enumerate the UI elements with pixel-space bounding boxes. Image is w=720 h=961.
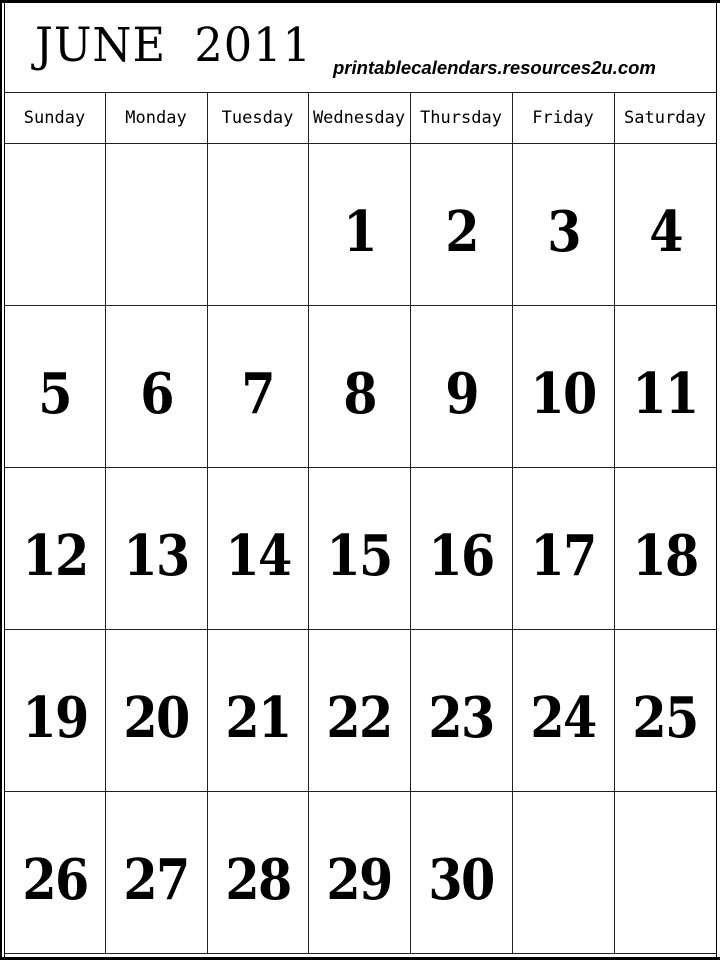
empty-day-cell xyxy=(512,799,614,961)
day-number: 22 xyxy=(326,685,393,751)
day-number: 21 xyxy=(224,685,292,751)
empty-day-cell xyxy=(614,799,716,961)
day-cell: 10 xyxy=(512,313,614,475)
grid-hline xyxy=(4,143,716,144)
day-cell: 19 xyxy=(4,637,105,799)
empty-day-cell xyxy=(4,151,105,313)
day-cell: 9 xyxy=(410,313,512,475)
day-cell: 4 xyxy=(614,151,716,313)
weekday-saturday: Saturday xyxy=(624,108,706,128)
weekday-wednesday: Wednesday xyxy=(312,108,406,128)
day-number: 27 xyxy=(123,847,190,913)
day-cell: 26 xyxy=(4,799,105,961)
day-cell: 15 xyxy=(308,475,410,637)
day-number: 7 xyxy=(241,361,275,427)
day-number: 17 xyxy=(530,523,597,589)
weekday-sunday: Sunday xyxy=(23,108,86,128)
day-number: 2 xyxy=(444,199,479,265)
day-cell: 20 xyxy=(105,637,207,799)
day-cell: 3 xyxy=(512,151,614,313)
day-cell: 6 xyxy=(105,313,207,475)
day-cell: 28 xyxy=(207,799,308,961)
day-number: 13 xyxy=(123,523,190,589)
day-number: 15 xyxy=(326,523,393,589)
day-number: 6 xyxy=(139,361,174,427)
day-number: 20 xyxy=(123,685,190,751)
day-cell: 8 xyxy=(308,313,410,475)
month-title: JUNE 2011 xyxy=(35,18,312,73)
calendar-page: JUNE 2011 printablecalendars.resources2u… xyxy=(0,0,720,960)
day-number: 30 xyxy=(428,847,495,913)
day-cell: 2 xyxy=(410,151,512,313)
day-number: 14 xyxy=(224,523,292,589)
day-cell: 13 xyxy=(105,475,207,637)
day-number: 23 xyxy=(428,685,495,751)
day-number: 19 xyxy=(21,685,89,751)
day-number: 28 xyxy=(224,847,292,913)
day-cell: 25 xyxy=(614,637,716,799)
weekday-monday: Monday xyxy=(125,108,187,128)
day-cell: 1 xyxy=(308,151,410,313)
day-number: 9 xyxy=(444,361,479,427)
day-cell: 29 xyxy=(308,799,410,961)
weekday-friday: Friday xyxy=(532,108,594,128)
day-number: 3 xyxy=(546,199,581,265)
border-right xyxy=(716,0,717,958)
day-cell: 21 xyxy=(207,637,308,799)
empty-day-cell xyxy=(207,151,308,313)
day-number: 4 xyxy=(648,199,683,265)
day-number: 8 xyxy=(342,361,377,427)
day-cell: 11 xyxy=(614,313,716,475)
weekday-tuesday: Tuesday xyxy=(221,108,294,128)
day-cell: 24 xyxy=(512,637,614,799)
day-number: 29 xyxy=(326,847,393,913)
day-number: 5 xyxy=(38,361,72,427)
day-cell: 22 xyxy=(308,637,410,799)
day-cell: 30 xyxy=(410,799,512,961)
day-number: 24 xyxy=(530,685,597,751)
border-left-outer xyxy=(0,0,2,960)
day-cell: 18 xyxy=(614,475,716,637)
day-number: 16 xyxy=(428,523,495,589)
website-link[interactable]: printablecalendars.resources2u.com xyxy=(333,57,656,79)
empty-day-cell xyxy=(105,151,207,313)
day-number: 25 xyxy=(632,685,699,751)
day-number: 12 xyxy=(21,523,89,589)
weekday-thursday: Thursday xyxy=(420,108,502,128)
day-cell: 16 xyxy=(410,475,512,637)
day-number: 26 xyxy=(21,847,89,913)
day-number: 18 xyxy=(632,523,699,589)
day-cell: 12 xyxy=(4,475,105,637)
day-number: 1 xyxy=(342,199,377,265)
day-cell: 17 xyxy=(512,475,614,637)
day-cell: 7 xyxy=(207,313,308,475)
day-cell: 27 xyxy=(105,799,207,961)
day-cell: 14 xyxy=(207,475,308,637)
day-number: 11 xyxy=(632,361,699,427)
day-number: 10 xyxy=(530,361,597,427)
day-cell: 23 xyxy=(410,637,512,799)
border-top xyxy=(0,0,720,3)
day-cell: 5 xyxy=(4,313,105,475)
